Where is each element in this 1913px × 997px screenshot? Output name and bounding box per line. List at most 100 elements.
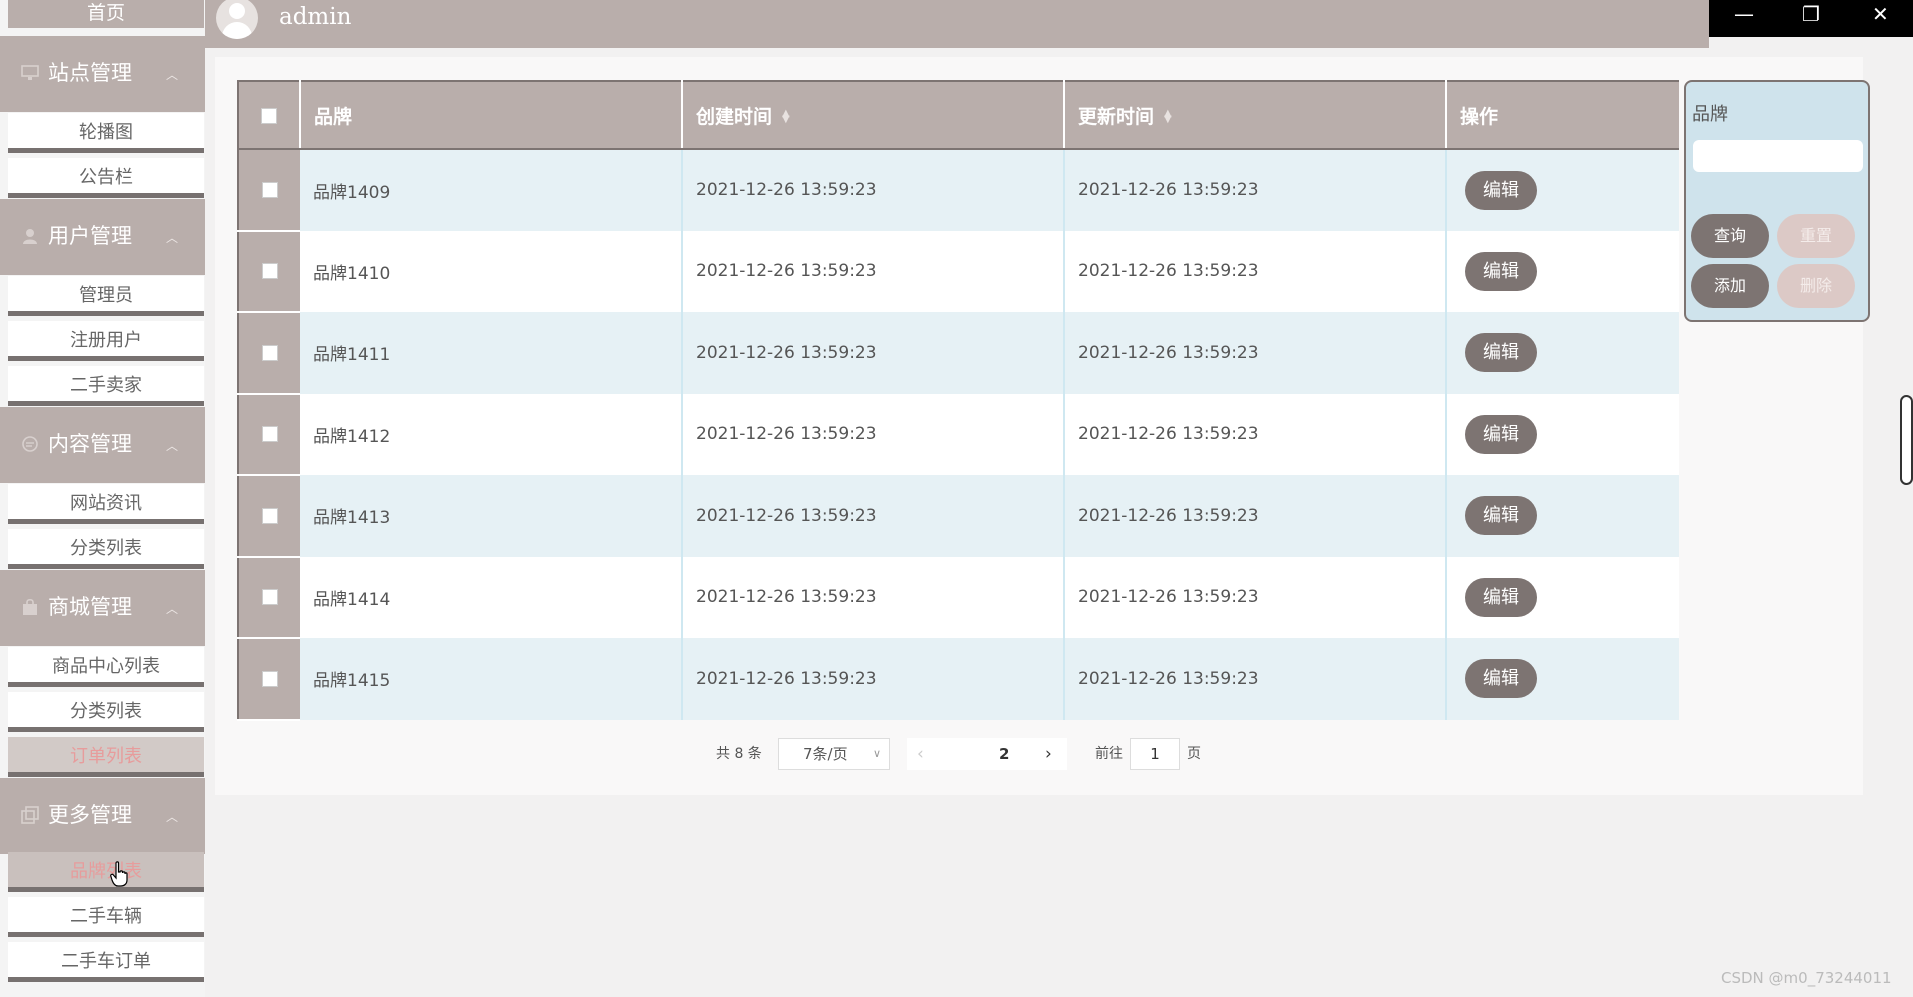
scrollbar-handle[interactable] — [1900, 395, 1913, 485]
sidebar-item-news[interactable]: 网站资讯 — [8, 484, 204, 524]
row-checkbox[interactable] — [261, 263, 278, 280]
sidebar-group-title: 站点管理 — [48, 61, 132, 85]
table-header-row: 品牌 创建时间 ▲ ▼ 更新时间 ▲ ▼ 操作 — [237, 80, 1679, 150]
user-icon — [23, 229, 37, 244]
cell-brand: 品牌1411 — [300, 312, 683, 394]
cell-actions: 编辑 — [1446, 312, 1679, 394]
column-header-label: 创建时间 — [696, 105, 773, 128]
edit-button[interactable]: 编辑 — [1465, 577, 1537, 617]
table-row: 品牌1410 2021-12-26 13:59:23 2021-12-26 13… — [237, 230, 1679, 313]
cell-updated: 2021-12-26 13:59:23 — [1064, 393, 1447, 475]
cell-updated: 2021-12-26 13:59:23 — [1064, 638, 1447, 720]
minimize-icon[interactable]: — — [1734, 2, 1754, 26]
cell-brand: 品牌1413 — [300, 475, 683, 557]
sidebar: 首页 站点管理 ︿ 轮播图 公告栏 用户管理 ︿ 管理员 注册用户 二手卖家 内… — [0, 0, 205, 997]
select-all-checkbox[interactable] — [261, 107, 277, 124]
copy-icon — [21, 806, 39, 824]
watermark: CSDN @m0_73244011 — [1721, 969, 1892, 987]
row-checkbox[interactable] — [261, 344, 278, 361]
cell-created: 2021-12-26 13:59:23 — [682, 393, 1065, 475]
sidebar-group-mall[interactable]: 商城管理 ︿ — [0, 570, 205, 646]
cell-brand: 品牌1412 — [300, 393, 683, 475]
goto-page-input[interactable]: 1 — [1130, 738, 1180, 770]
cell-brand: 品牌1409 — [300, 149, 683, 231]
search-label: 品牌 — [1692, 104, 1728, 125]
row-checkbox-cell — [237, 230, 300, 313]
sidebar-group-title: 商城管理 — [48, 595, 132, 619]
cell-brand: 品牌1410 — [300, 230, 683, 312]
hand-cursor-icon — [110, 861, 128, 887]
sidebar-item-products[interactable]: 商品中心列表 — [8, 647, 204, 687]
edit-button[interactable]: 编辑 — [1465, 414, 1537, 454]
sidebar-item-orders[interactable]: 订单列表 — [8, 737, 204, 777]
edit-button[interactable]: 编辑 — [1465, 659, 1537, 699]
sidebar-group-users[interactable]: 用户管理 ︿ — [0, 199, 205, 275]
row-checkbox[interactable] — [261, 181, 278, 198]
avatar[interactable] — [216, 0, 258, 39]
table-row: 品牌1409 2021-12-26 13:59:23 2021-12-26 13… — [237, 149, 1679, 232]
sidebar-item-carousel[interactable]: 轮播图 — [8, 113, 204, 153]
cell-created: 2021-12-26 13:59:23 — [682, 475, 1065, 557]
row-checkbox-cell — [237, 393, 300, 476]
sidebar-group-title: 更多管理 — [48, 803, 132, 827]
row-checkbox[interactable] — [261, 670, 278, 687]
sort-icon[interactable]: ▲ ▼ — [782, 109, 790, 125]
cell-actions: 编辑 — [1446, 393, 1679, 475]
sidebar-group-site[interactable]: 站点管理 ︿ — [0, 36, 205, 112]
add-button[interactable]: 添加 — [1691, 264, 1769, 308]
window-controls: — ❐ ✕ — [1709, 0, 1913, 37]
edit-button[interactable]: 编辑 — [1465, 170, 1537, 210]
query-button[interactable]: 查询 — [1691, 214, 1769, 258]
close-icon[interactable]: ✕ — [1872, 2, 1889, 26]
username: admin — [279, 4, 352, 30]
row-checkbox[interactable] — [261, 507, 278, 524]
cell-actions: 编辑 — [1446, 149, 1679, 231]
chevron-up-icon: ︿ — [166, 602, 179, 616]
sidebar-group-content[interactable]: 内容管理 ︿ — [0, 407, 205, 483]
page-size-select[interactable]: 7条/页 ∨ — [778, 738, 890, 770]
select-all-cell — [237, 80, 301, 150]
current-page[interactable]: 2 — [999, 738, 1009, 770]
cell-created: 2021-12-26 13:59:23 — [682, 312, 1065, 394]
column-header-created[interactable]: 创建时间 ▲ ▼ — [682, 80, 1065, 150]
edit-button[interactable]: 编辑 — [1465, 251, 1537, 291]
sidebar-group-more[interactable]: 更多管理 ︿ — [0, 778, 205, 854]
cell-created: 2021-12-26 13:59:23 — [682, 149, 1065, 231]
column-header-label: 操作 — [1460, 105, 1499, 128]
bag-icon — [23, 598, 37, 615]
cell-actions: 编辑 — [1446, 230, 1679, 312]
sidebar-item-registered-users[interactable]: 注册用户 — [8, 321, 204, 361]
sidebar-item-brands[interactable]: 品牌列表 — [8, 852, 204, 892]
row-checkbox-cell — [237, 312, 300, 395]
row-checkbox[interactable] — [261, 426, 278, 443]
column-header-label: 更新时间 — [1078, 105, 1155, 128]
sidebar-item-used-cars[interactable]: 二手车辆 — [8, 897, 204, 937]
sidebar-item-used-car-orders[interactable]: 二手车订单 — [8, 942, 204, 982]
prev-page-icon[interactable]: ‹ — [917, 738, 924, 770]
cell-actions: 编辑 — [1446, 638, 1679, 720]
edit-button[interactable]: 编辑 — [1465, 496, 1537, 536]
chevron-up-icon: ︿ — [166, 68, 179, 82]
sidebar-item-content-categories[interactable]: 分类列表 — [8, 529, 204, 569]
column-header-updated[interactable]: 更新时间 ▲ ▼ — [1064, 80, 1447, 150]
page-size-value: 7条/页 — [803, 745, 848, 763]
row-checkbox[interactable] — [261, 589, 278, 606]
sidebar-home[interactable]: 首页 — [8, 0, 204, 28]
brand-table: 品牌 创建时间 ▲ ▼ 更新时间 ▲ ▼ 操作 品牌1409 2021-12-26 13… — [237, 80, 1679, 721]
reset-button[interactable]: 重置 — [1777, 214, 1855, 258]
sort-icon[interactable]: ▲ ▼ — [1164, 109, 1172, 125]
monitor-icon — [21, 65, 39, 80]
sidebar-item-admins[interactable]: 管理员 — [8, 276, 204, 316]
sidebar-item-notice[interactable]: 公告栏 — [8, 158, 204, 198]
sidebar-item-sellers[interactable]: 二手卖家 — [8, 366, 204, 406]
cell-created: 2021-12-26 13:59:23 — [682, 230, 1065, 312]
delete-button[interactable]: 删除 — [1777, 264, 1855, 308]
table-row: 品牌1414 2021-12-26 13:59:23 2021-12-26 13… — [237, 556, 1679, 639]
cell-actions: 编辑 — [1446, 475, 1679, 557]
next-page-icon[interactable]: › — [1045, 738, 1052, 770]
sidebar-item-mall-categories[interactable]: 分类列表 — [8, 692, 204, 732]
brand-search-input[interactable] — [1693, 140, 1863, 172]
row-checkbox-cell — [237, 475, 300, 558]
restore-icon[interactable]: ❐ — [1802, 2, 1820, 26]
edit-button[interactable]: 编辑 — [1465, 333, 1537, 373]
